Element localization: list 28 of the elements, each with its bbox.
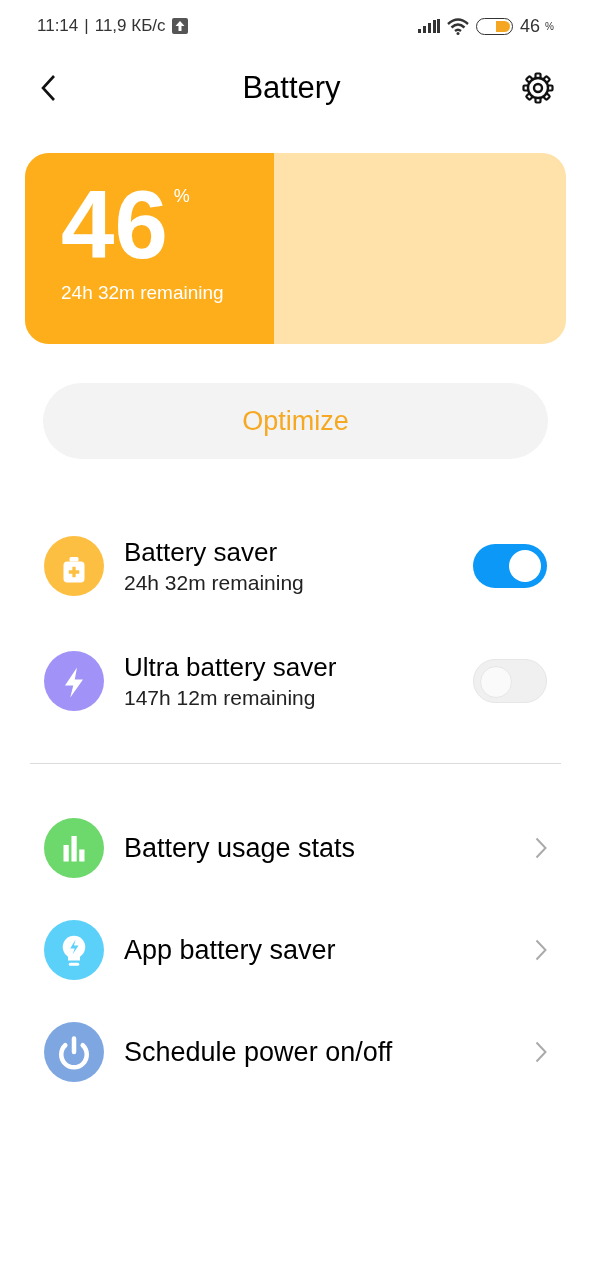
- setting-title: Battery saver: [124, 536, 279, 569]
- toggle-switch[interactable]: [473, 544, 547, 588]
- battery-percent: 46: [520, 14, 541, 38]
- percent-sign: %: [173, 185, 190, 208]
- wifi-icon: [447, 17, 470, 35]
- item-label: Battery usage stats: [124, 831, 357, 865]
- setting-subtitle: 24h 32m remaining: [124, 570, 305, 596]
- settings-icon[interactable]: [522, 72, 554, 104]
- status-time: 11:14: [37, 15, 79, 38]
- percent-sign: %: [545, 19, 554, 34]
- settings-list-item[interactable]: Schedule power on/off: [44, 1022, 547, 1082]
- page-title: Battery: [242, 68, 341, 107]
- item-label: Schedule power on/off: [124, 1035, 394, 1069]
- signal-icon: [418, 19, 441, 33]
- network-speed: 11,9 КБ/с: [94, 15, 166, 38]
- status-separator: |: [84, 15, 89, 38]
- settings-list-item[interactable]: App battery saver: [44, 920, 547, 980]
- item-label: App battery saver: [124, 933, 337, 967]
- chevron-right-icon: [535, 1041, 547, 1063]
- settings-list-item[interactable]: Battery usage stats: [44, 818, 547, 878]
- chevron-right-icon: [535, 939, 547, 961]
- upload-icon: [171, 18, 188, 34]
- setting-title: Ultra battery saver: [124, 651, 338, 684]
- battery-percentage: 46: [61, 175, 168, 275]
- toggle-switch[interactable]: [473, 659, 547, 703]
- setting-subtitle: 147h 12m remaining: [124, 685, 317, 711]
- chevron-right-icon: [535, 837, 547, 859]
- remaining-time: 24h 32m remaining: [61, 281, 225, 305]
